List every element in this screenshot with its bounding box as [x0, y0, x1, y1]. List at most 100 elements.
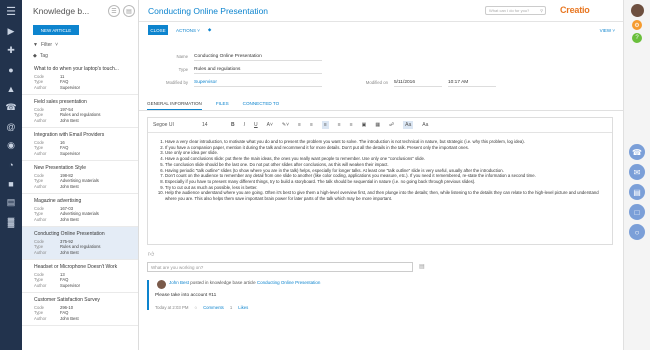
building-icon[interactable]: ■ [0, 174, 22, 193]
type-label: Type [178, 67, 188, 72]
editor-toolbar: Segoe UI 14 B I U A˅ ✎˅ ≡ ≡ ≡ ≡ ≡ ▣ ▦ ☍ … [148, 118, 612, 133]
type-input[interactable]: Rules and regulations [194, 66, 322, 74]
bullet-list-icon[interactable]: ≡ [298, 122, 301, 128]
article-title: Field sales presentation [34, 99, 87, 105]
article-title: Magazine advertising [34, 198, 82, 204]
play-icon[interactable]: ▶ [0, 22, 22, 41]
format-icon[interactable]: Aa [422, 122, 428, 128]
list-item[interactable]: New Presentation Style Code 198-82 Type Adve… [22, 161, 138, 194]
user-icon[interactable]: ● [0, 60, 22, 79]
bulb-icon[interactable]: ◔ [0, 155, 22, 174]
list-item[interactable]: Field sales presentation Code 197-54 Type Ru… [22, 95, 138, 128]
comment-icon[interactable]: ○ [194, 305, 197, 310]
tag-icon: ◆ [33, 53, 37, 59]
list-item[interactable]: Magazine advertising Code 167-03 Type Advert… [22, 194, 138, 227]
chevron-down-icon: ˅ [55, 42, 58, 48]
book-icon[interactable]: ▤ [0, 193, 22, 212]
feed-icon[interactable]: ▤ [629, 184, 645, 200]
post-author-link[interactable]: John Best [169, 280, 189, 285]
author-label: Author [34, 249, 47, 255]
name-label: Name [176, 54, 188, 59]
highlight-icon[interactable]: ✎˅ [282, 122, 289, 128]
modified-on-label: Modified on [365, 80, 388, 85]
phone-icon[interactable]: ☎ [629, 144, 645, 160]
main-panel: Conducting Online Presentation What can … [139, 0, 623, 350]
bold-icon[interactable]: B [231, 122, 235, 128]
target-icon[interactable]: ◉ [0, 136, 22, 155]
filter-button[interactable]: ▼ Filter ˅ [33, 42, 58, 48]
new-article-button[interactable]: NEW ARTICLE [33, 25, 79, 35]
tag-button[interactable]: ◆ Tag [33, 53, 48, 59]
underline-icon[interactable]: U [254, 122, 258, 128]
command-search-input[interactable]: What can I do for you? ⚲ [485, 6, 546, 15]
tab-divider [139, 110, 623, 111]
author-label: Author [34, 150, 47, 156]
author-label: Author [34, 315, 47, 321]
font-color-icon[interactable]: A˅ [267, 122, 273, 128]
list-view-icon[interactable]: ☰ [108, 5, 120, 17]
close-button[interactable]: CLOSE [148, 25, 168, 35]
chat-icon[interactable]: □ [629, 204, 645, 220]
email-icon[interactable]: ✉ [629, 164, 645, 180]
font-select[interactable]: Segoe UI [153, 122, 193, 128]
megaphone-icon[interactable]: ▲ [0, 79, 22, 98]
author-label: Author [34, 117, 47, 123]
align-right-icon[interactable]: ≡ [350, 122, 353, 128]
font-value: Segoe UI [153, 122, 174, 128]
author-value: John Best [60, 117, 79, 123]
rich-text-editor[interactable]: Segoe UI 14 B I U A˅ ✎˅ ≡ ≡ ≡ ≡ ≡ ▣ ▦ ☍ … [147, 117, 613, 245]
align-center-icon[interactable]: ≡ [338, 122, 341, 128]
article-title: Conducting Online Presentation [34, 231, 105, 237]
italic-icon[interactable]: I [244, 122, 245, 128]
article-title: Customer Satisfaction Survey [34, 297, 100, 303]
size-value: 14 [202, 122, 208, 128]
menu-icon[interactable]: ☰ [0, 0, 22, 22]
list-item[interactable]: Headset or Microphone Doesn't Work Code 13… [22, 260, 138, 293]
author-value: John Best [60, 249, 79, 255]
image-icon[interactable]: ▣ [362, 122, 367, 128]
post-article-link[interactable]: Conducting Online Presentation [257, 280, 321, 285]
modified-on-date[interactable]: 5/11/2016 [394, 79, 442, 87]
align-left-icon[interactable]: ≡ [321, 121, 329, 129]
feed-post-input[interactable]: What are you working on? [147, 262, 413, 272]
comments-link[interactable]: Comments [203, 305, 224, 310]
name-field: Name Conducting Online Presentation [139, 52, 322, 61]
attach-icon[interactable]: ▤ [419, 263, 425, 270]
chart-icon[interactable]: ▓ [0, 212, 22, 231]
size-select[interactable]: 14 [202, 122, 222, 128]
phone-icon[interactable]: ☎ [0, 98, 22, 117]
analytics-icon[interactable]: ▤ [123, 5, 135, 17]
author-label: Author [34, 84, 47, 90]
plus-icon[interactable]: ✚ [0, 41, 22, 60]
likes-link[interactable]: Likes [238, 305, 248, 310]
left-navigation: ☰ ▶ ✚ ● ▲ ☎ @ ◉ ◔ ■ ▤ ▓ [0, 0, 22, 350]
name-input[interactable]: Conducting Online Presentation [194, 53, 322, 61]
view-label: VIEW [599, 27, 612, 33]
table-icon[interactable]: ▦ [375, 122, 380, 128]
avatar[interactable] [631, 4, 644, 17]
list-item[interactable]: Conducting Online Presentation Code 375-92… [22, 227, 138, 260]
filter-icon: ▼ [33, 42, 38, 48]
link-icon[interactable]: ☍ [389, 122, 394, 128]
like-icon[interactable]: 👍︎ [148, 250, 154, 258]
at-icon[interactable]: @ [0, 117, 22, 136]
list-item[interactable]: Integration with Email Providers Code 16 Ty… [22, 128, 138, 161]
article-title: Integration with Email Providers [34, 132, 105, 138]
author-value: Supervisor [60, 282, 81, 288]
search-icon: ⚲ [540, 8, 543, 13]
numbered-list-icon[interactable]: ≡ [310, 122, 313, 128]
list-item[interactable]: Customer Satisfaction Survey Code 296-10 Ty… [22, 293, 138, 326]
modified-on-field: Modified on 5/11/2016 10:17 AM [339, 78, 496, 87]
notifications-icon[interactable]: ○ [629, 224, 645, 240]
font-size-increase-icon[interactable]: Aa [403, 121, 414, 129]
tag-icon[interactable]: ◆ [208, 27, 211, 33]
view-menu[interactable]: VIEW ˅ [600, 28, 615, 33]
actions-menu[interactable]: ACTIONS ˅ [176, 28, 200, 33]
post-time: Today at 2:03 PM [155, 304, 189, 310]
help-icon[interactable]: ? [632, 33, 642, 43]
author-value: Supervisor [60, 84, 81, 90]
list-item[interactable]: What to do when your laptop's touch... Co… [22, 62, 138, 95]
modified-by-link[interactable]: Supervisor [194, 79, 322, 87]
modified-on-time[interactable]: 10:17 AM [448, 79, 496, 87]
gear-icon[interactable]: ⚙ [632, 20, 642, 30]
